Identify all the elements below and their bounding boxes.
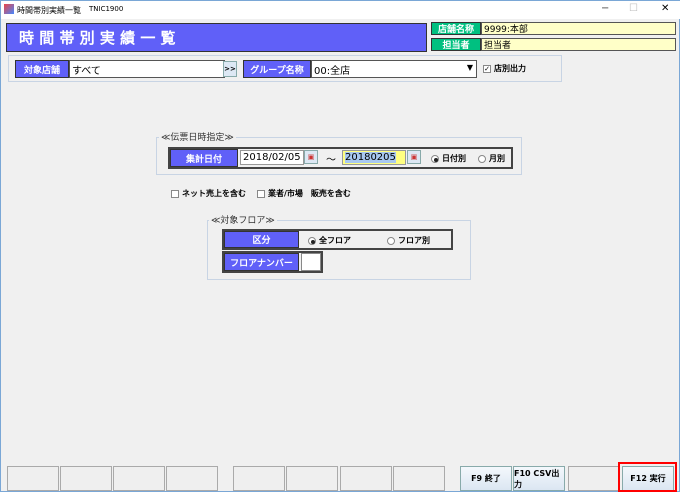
date-separator: ～ [326,155,336,166]
group-label: グループ名称 [243,60,311,78]
all-floors-radio[interactable]: 全フロア [308,235,351,246]
function-key-5[interactable] [233,466,285,491]
function-key-4[interactable] [166,466,218,491]
store-name-label: 店舗名称 [431,22,481,35]
calendar-icon[interactable]: ▣ [304,150,318,164]
radio-selected-icon [308,236,316,245]
function-key-10[interactable]: F10 CSV出力 [513,466,565,491]
target-store-input[interactable]: すべて [69,60,225,78]
all-floors-label: 全フロア [319,236,351,245]
function-key-7[interactable] [340,466,392,491]
staff-value: 担当者 [481,38,676,51]
function-key-9[interactable]: F9 終了 [460,466,512,491]
title-bar: 時間帯別実績一覧 TNIC1900 − ☐ ✕ [1,1,680,19]
function-key-1[interactable] [7,466,59,491]
app-icon [4,4,14,14]
vendor-market-checkbox[interactable]: 業者/市場 販売を含む [257,188,351,199]
function-key-6[interactable] [286,466,338,491]
date-label: 集計日付 [170,149,238,167]
function-key-2[interactable] [60,466,112,491]
checkbox-icon [257,189,265,198]
staff-label: 担当者 [431,38,481,51]
by-day-radio[interactable]: 日付別 [431,153,466,164]
chevron-down-icon: ▼ [466,63,473,72]
browse-store-button[interactable]: >> [223,61,237,77]
by-month-label: 月別 [489,154,505,163]
store-name-value: 9999:本部 [481,22,676,35]
floor-number-input[interactable] [301,253,321,271]
radio-icon [478,154,486,163]
net-sales-label: ネット売上を含む [182,189,246,198]
highlight-box [618,462,677,492]
maximize-button[interactable]: ☐ [629,3,638,14]
floor-legend: ≪対象フロア≫ [209,213,277,226]
category-label: 区分 [224,231,299,248]
by-floor-label: フロア別 [398,236,430,245]
group-select[interactable]: 00:全店 ▼ [311,60,477,78]
minimize-button[interactable]: − [601,3,609,14]
checkmark-icon: ✓ [483,64,491,73]
radio-icon [387,236,395,245]
by-floor-radio[interactable]: フロア別 [387,235,430,246]
by-day-label: 日付別 [442,154,466,163]
date-legend: ≪伝票日時指定≫ [159,130,236,143]
target-store-label: 対象店舗 [15,60,69,78]
store-output-checkbox[interactable]: ✓ 店別出力 [483,63,526,74]
function-key-3[interactable] [113,466,165,491]
calendar-icon[interactable]: ▣ [407,150,421,164]
window-code: TNIC1900 [89,5,124,13]
floor-number-label: フロアナンバー [224,253,299,271]
function-key-8[interactable] [393,466,445,491]
date-to-input[interactable]: 20180205 [342,150,406,165]
window-title: 時間帯別実績一覧 [17,6,81,15]
checkbox-icon [171,189,179,198]
date-to-value: 20180205 [345,152,396,163]
group-value: 00:全店 [314,65,351,77]
function-key-11[interactable] [568,466,620,491]
vendor-market-label: 業者/市場 販売を含む [268,189,351,198]
net-sales-checkbox[interactable]: ネット売上を含む [171,188,246,199]
date-from-input[interactable]: 2018/02/05 [240,150,304,165]
store-output-label: 店別出力 [494,64,526,73]
page-title: 時 間 帯 別 実 績 一 覧 [6,23,427,52]
by-month-radio[interactable]: 月別 [478,153,505,164]
close-button[interactable]: ✕ [661,3,669,14]
radio-selected-icon [431,154,439,163]
